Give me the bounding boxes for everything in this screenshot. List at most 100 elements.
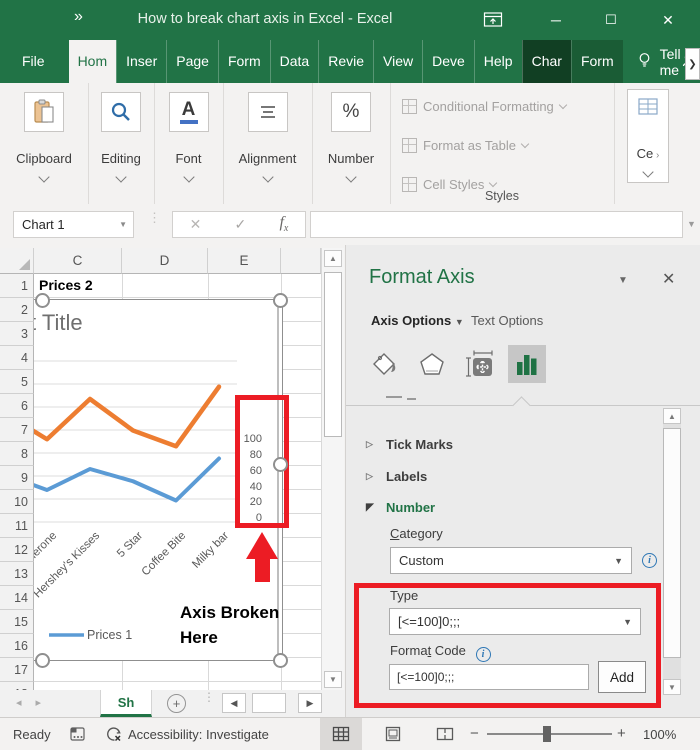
ribbon-group-alignment[interactable]: Alignment <box>223 83 313 204</box>
name-box[interactable]: Chart 1 ▼ <box>13 211 134 238</box>
type-dropdown[interactable]: [<=100]0;;; ▼ <box>389 608 641 635</box>
insert-function-icon[interactable]: fx <box>279 214 288 234</box>
tab-bar-splitter[interactable]: ⋮ <box>203 691 215 703</box>
row-header-8[interactable]: 8 <box>0 442 34 466</box>
close-button[interactable]: ✕ <box>655 9 681 31</box>
section-tick-marks[interactable]: ▷ Tick Marks <box>366 435 453 453</box>
ribbon-group-number[interactable]: % Number <box>312 83 391 204</box>
row-header-15[interactable]: 15 <box>0 610 34 634</box>
tab-form-11[interactable]: Form <box>570 40 623 83</box>
column-header-partial[interactable] <box>281 248 321 274</box>
enter-icon[interactable]: ✓ <box>235 216 247 233</box>
cell-c1-value[interactable]: Prices 2 <box>39 277 93 293</box>
zoom-level[interactable]: 100% <box>643 727 676 742</box>
accessibility-icon[interactable] <box>105 725 123 748</box>
view-page-break-button[interactable] <box>424 718 466 750</box>
tab-deve-8[interactable]: Deve <box>422 40 474 83</box>
section-labels[interactable]: ▷ Labels <box>366 467 427 485</box>
fill-line-icon[interactable] <box>366 345 404 383</box>
view-normal-button[interactable] <box>320 718 362 750</box>
sheet-nav-arrows[interactable]: ◂▸ <box>16 696 55 709</box>
scroll-left-icon[interactable]: ◀ <box>222 693 246 713</box>
selection-handle[interactable] <box>35 653 50 668</box>
row-header-5[interactable]: 5 <box>0 370 34 394</box>
row-header-11[interactable]: 11 <box>0 514 34 538</box>
add-button[interactable]: Add <box>598 661 646 693</box>
scroll-up-icon[interactable]: ▲ <box>324 250 342 267</box>
tell-me[interactable]: Tell me <box>637 40 681 83</box>
scroll-down-icon[interactable]: ▼ <box>324 671 342 688</box>
selection-handle[interactable] <box>273 653 288 668</box>
formula-input[interactable] <box>310 211 683 238</box>
accessibility-status[interactable]: Accessibility: Investigate <box>128 727 269 742</box>
ribbon-group-editing[interactable]: Editing <box>88 83 155 204</box>
tab-view-7[interactable]: View <box>373 40 422 83</box>
column-header-d[interactable]: D <box>122 248 208 274</box>
row-header-12[interactable]: 12 <box>0 538 34 562</box>
minimize-button[interactable]: ─ <box>543 9 569 31</box>
tab-text-options[interactable]: Text Options <box>471 313 543 328</box>
quick-access-toolbar-icon[interactable]: » <box>74 8 83 26</box>
styles-item-1[interactable]: Format as Table <box>402 137 530 153</box>
row-header-10[interactable]: 10 <box>0 490 34 514</box>
tab-data-5[interactable]: Data <box>269 40 319 83</box>
zoom-out-icon[interactable]: − <box>470 725 479 742</box>
row-header-1[interactable]: 1 <box>0 274 34 298</box>
pane-close-icon[interactable]: ✕ <box>662 269 675 289</box>
pane-options-chevron[interactable]: ▼ <box>618 275 628 286</box>
row-header-17[interactable]: 17 <box>0 658 34 682</box>
tab-axis-options[interactable]: Axis Options ▼ <box>371 313 464 328</box>
formula-bar-splitter[interactable]: ⋮ <box>148 211 161 224</box>
row-header-6[interactable]: 6 <box>0 394 34 418</box>
view-page-layout-button[interactable] <box>372 718 414 750</box>
pane-scrollbar[interactable]: ▲ ▼ <box>663 408 681 695</box>
column-header-c[interactable]: C <box>34 248 122 274</box>
tab-char-10[interactable]: Char <box>521 40 571 83</box>
row-header-9[interactable]: 9 <box>0 466 34 490</box>
row-header-16[interactable]: 16 <box>0 634 34 658</box>
info-icon[interactable]: i <box>642 553 657 568</box>
styles-item-2[interactable]: Cell Styles <box>402 176 498 192</box>
row-header-2[interactable]: 2 <box>0 298 34 322</box>
selection-handle[interactable] <box>273 293 288 308</box>
scroll-down-icon[interactable]: ▼ <box>663 679 681 695</box>
macro-record-icon[interactable] <box>70 726 86 747</box>
tab-hom-1[interactable]: Hom <box>68 40 117 83</box>
row-header-18[interactable]: 18 <box>0 682 34 690</box>
info-icon[interactable]: i <box>475 647 491 662</box>
chart-object[interactable]: t Title 100 80 60 40 20 0 Toblerone Hershey's … <box>34 293 289 668</box>
cells-group-button[interactable]: Ce › <box>627 89 669 183</box>
selection-handle[interactable] <box>35 293 50 308</box>
tab-file-0[interactable]: File <box>6 40 61 83</box>
scroll-right-icon[interactable]: ▶ <box>298 693 322 713</box>
tab-page-3[interactable]: Page <box>166 40 218 83</box>
row-header-3[interactable]: 3 <box>0 322 34 346</box>
scrollbar-thumb[interactable] <box>324 272 342 437</box>
expand-formula-bar-icon[interactable]: ▼ <box>687 219 696 229</box>
column-header-e[interactable]: E <box>208 248 281 274</box>
size-properties-icon[interactable] <box>462 345 500 383</box>
axis-chart-icon[interactable] <box>508 345 546 383</box>
tab-overflow-chevron[interactable]: ❯ <box>685 48 700 80</box>
zoom-in-icon[interactable]: + <box>617 725 626 742</box>
ribbon-group-font[interactable]: A Font <box>154 83 224 204</box>
select-all-corner[interactable] <box>0 248 34 274</box>
tab-inser-2[interactable]: Inser <box>116 40 166 83</box>
cancel-icon[interactable]: ✕ <box>190 216 202 233</box>
row-header-7[interactable]: 7 <box>0 418 34 442</box>
ribbon-group-clipboard[interactable]: Clipboard <box>0 83 89 204</box>
maximize-button[interactable]: ☐ <box>598 9 624 31</box>
chevron-down-icon[interactable]: ▼ <box>119 220 127 229</box>
tab-help-9[interactable]: Help <box>473 40 522 83</box>
effects-icon[interactable] <box>413 345 451 383</box>
zoom-slider-thumb[interactable] <box>543 726 551 742</box>
styles-item-0[interactable]: Conditional Formatting <box>402 98 568 114</box>
ribbon-display-options-icon[interactable] <box>480 9 506 31</box>
tab-form-4[interactable]: Form <box>217 40 270 83</box>
row-header-13[interactable]: 13 <box>0 562 34 586</box>
chart-title[interactable]: t Title <box>34 310 83 336</box>
selection-handle[interactable] <box>273 457 288 472</box>
row-header-14[interactable]: 14 <box>0 586 34 610</box>
horizontal-scrollbar-thumb[interactable] <box>252 693 286 713</box>
tab-revie-6[interactable]: Revie <box>318 40 373 83</box>
